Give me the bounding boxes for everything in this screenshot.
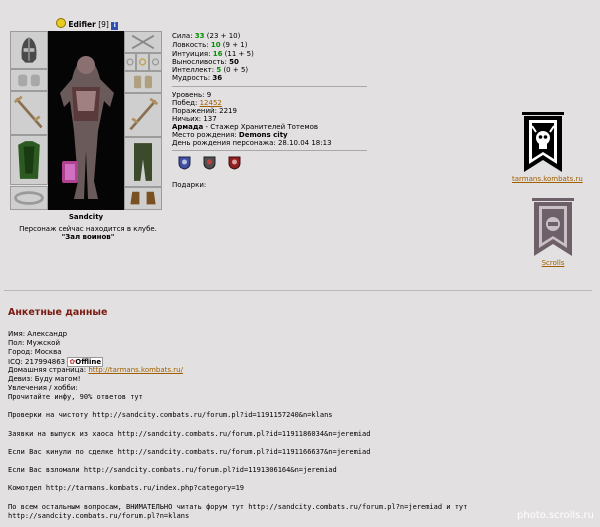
belt-slot[interactable] — [10, 186, 48, 210]
armor-icon — [18, 141, 40, 179]
profile-city: Город: Москва — [8, 348, 62, 356]
scrolls-fist-icon — [532, 198, 574, 256]
birthplace-text: Место рождения: Demons city — [172, 131, 288, 139]
scrolls-banner[interactable] — [530, 196, 576, 260]
scrolls-link[interactable]: Scrolls — [530, 259, 576, 267]
ring-slot-3[interactable] — [149, 53, 162, 71]
location-note: Персонаж сейчас находится в клубе. — [19, 225, 157, 233]
hobby-line: Проверки на чистоту http://sandcity.comb… — [8, 411, 333, 419]
character-header: Edifier [9] i — [56, 18, 119, 30]
profile-heading: Анкетные данные — [8, 307, 108, 318]
weapon-right-slot[interactable] — [124, 93, 162, 137]
stat-endurance: Выносливость: 50 — [172, 58, 239, 66]
watermark: photo.scrolls.ru — [517, 510, 594, 521]
army-text: Армада - Стажер Хранителей Тотемов — [172, 123, 319, 131]
boots-icon — [130, 191, 156, 205]
crutch-weapon-icon — [13, 95, 43, 129]
stat-strength: Сила: 33 (23 + 10) — [172, 32, 241, 40]
armor-slot[interactable] — [10, 135, 48, 185]
profile-motto: Девиз: Буду магом! — [8, 375, 81, 383]
bracers-slot[interactable] — [10, 69, 48, 91]
profile-homepage: Домашняя страница: http://tarmans.kombat… — [8, 366, 183, 374]
gloves-slot[interactable] — [124, 71, 162, 93]
helmet-slot[interactable] — [10, 31, 48, 69]
belt-icon — [14, 191, 44, 205]
warrior-figure-icon — [60, 56, 114, 199]
gloves-icon — [134, 75, 152, 89]
boots-slot[interactable] — [124, 187, 162, 210]
bracers-icon — [18, 74, 40, 87]
item-slot-1[interactable] — [124, 31, 162, 53]
hobby-line: По всем остальным вопросам, ВНИМАТЕЛЬНО … — [8, 503, 468, 511]
crutch-weapon-icon — [129, 97, 159, 131]
hobby-line: Заявки на выпуск из хаоса http://sandcit… — [8, 430, 371, 438]
leg-armor-icon — [134, 143, 152, 181]
divider — [172, 150, 367, 151]
helmet-icon — [21, 37, 37, 63]
room-name: "Зал воинов" — [61, 233, 115, 241]
badge-shield-icon[interactable] — [203, 155, 216, 170]
draws-text: Ничьих: 137 — [172, 115, 217, 123]
divider — [172, 86, 367, 87]
ring-icon — [126, 58, 134, 66]
crossed-swords-icon — [131, 34, 155, 50]
stat-agility: Ловкость: 10 (9 + 1) — [172, 41, 248, 49]
hobby-line: Прочитайте инфу, 90% ответов тут — [8, 393, 143, 401]
hobby-line: Комотдел http://tarmans.kombats.ru/index… — [8, 484, 245, 492]
stat-intellect: Интеллект: 5 (0 + 5) — [172, 66, 249, 74]
tarmans-skull-icon — [522, 112, 564, 172]
clan-emblem-icon — [56, 18, 66, 28]
legs-slot[interactable] — [124, 137, 162, 187]
hobby-line: Если Вас кинули по сделке http://sandcit… — [8, 448, 371, 456]
tarmans-banner[interactable] — [520, 110, 566, 176]
character-level: [9] — [98, 20, 109, 29]
stat-intuition: Интуиция: 16 (11 + 5) — [172, 50, 254, 58]
stat-wisdom: Мудрость: 36 — [172, 74, 223, 82]
location-name: Sandcity — [68, 213, 104, 221]
weapon-left-slot[interactable] — [10, 91, 48, 135]
section-divider — [4, 290, 592, 291]
ring-slot-1[interactable] — [124, 53, 136, 71]
badge-shield-icon[interactable] — [228, 155, 241, 170]
wins-link[interactable]: 12452 — [200, 99, 222, 107]
character-name[interactable]: Edifier — [68, 20, 95, 29]
profile-hobby-label: Увлечения / хобби: — [8, 384, 78, 392]
ring-icon — [138, 58, 147, 66]
tarmans-link[interactable]: tarmans.kombats.ru — [512, 175, 583, 183]
ring-slot-2[interactable] — [136, 53, 149, 71]
homepage-link[interactable]: http://tarmans.kombats.ru/ — [88, 366, 183, 374]
wins-text: Побед: 12452 — [172, 99, 222, 107]
gifts-label: Подарки: — [172, 181, 207, 189]
character-avatar[interactable] — [48, 31, 124, 210]
ring-icon — [151, 58, 160, 66]
profile-gender: Пол: Мужской — [8, 339, 61, 347]
hobby-line: Если Вас взломали http://sandcity.combat… — [8, 466, 337, 474]
birthday-text: День рождения персонажа: 28.10.04 18:13 — [172, 139, 332, 147]
losses-text: Поражений: 2219 — [172, 107, 237, 115]
level-text: Уровень: 9 — [172, 91, 212, 99]
profile-name: Имя: Александр — [8, 330, 68, 338]
hobby-line: http://sandcity.combats.ru/forum.pl?n=kl… — [8, 512, 190, 520]
info-icon[interactable]: i — [111, 22, 119, 30]
badge-shield-icon[interactable] — [178, 155, 191, 170]
